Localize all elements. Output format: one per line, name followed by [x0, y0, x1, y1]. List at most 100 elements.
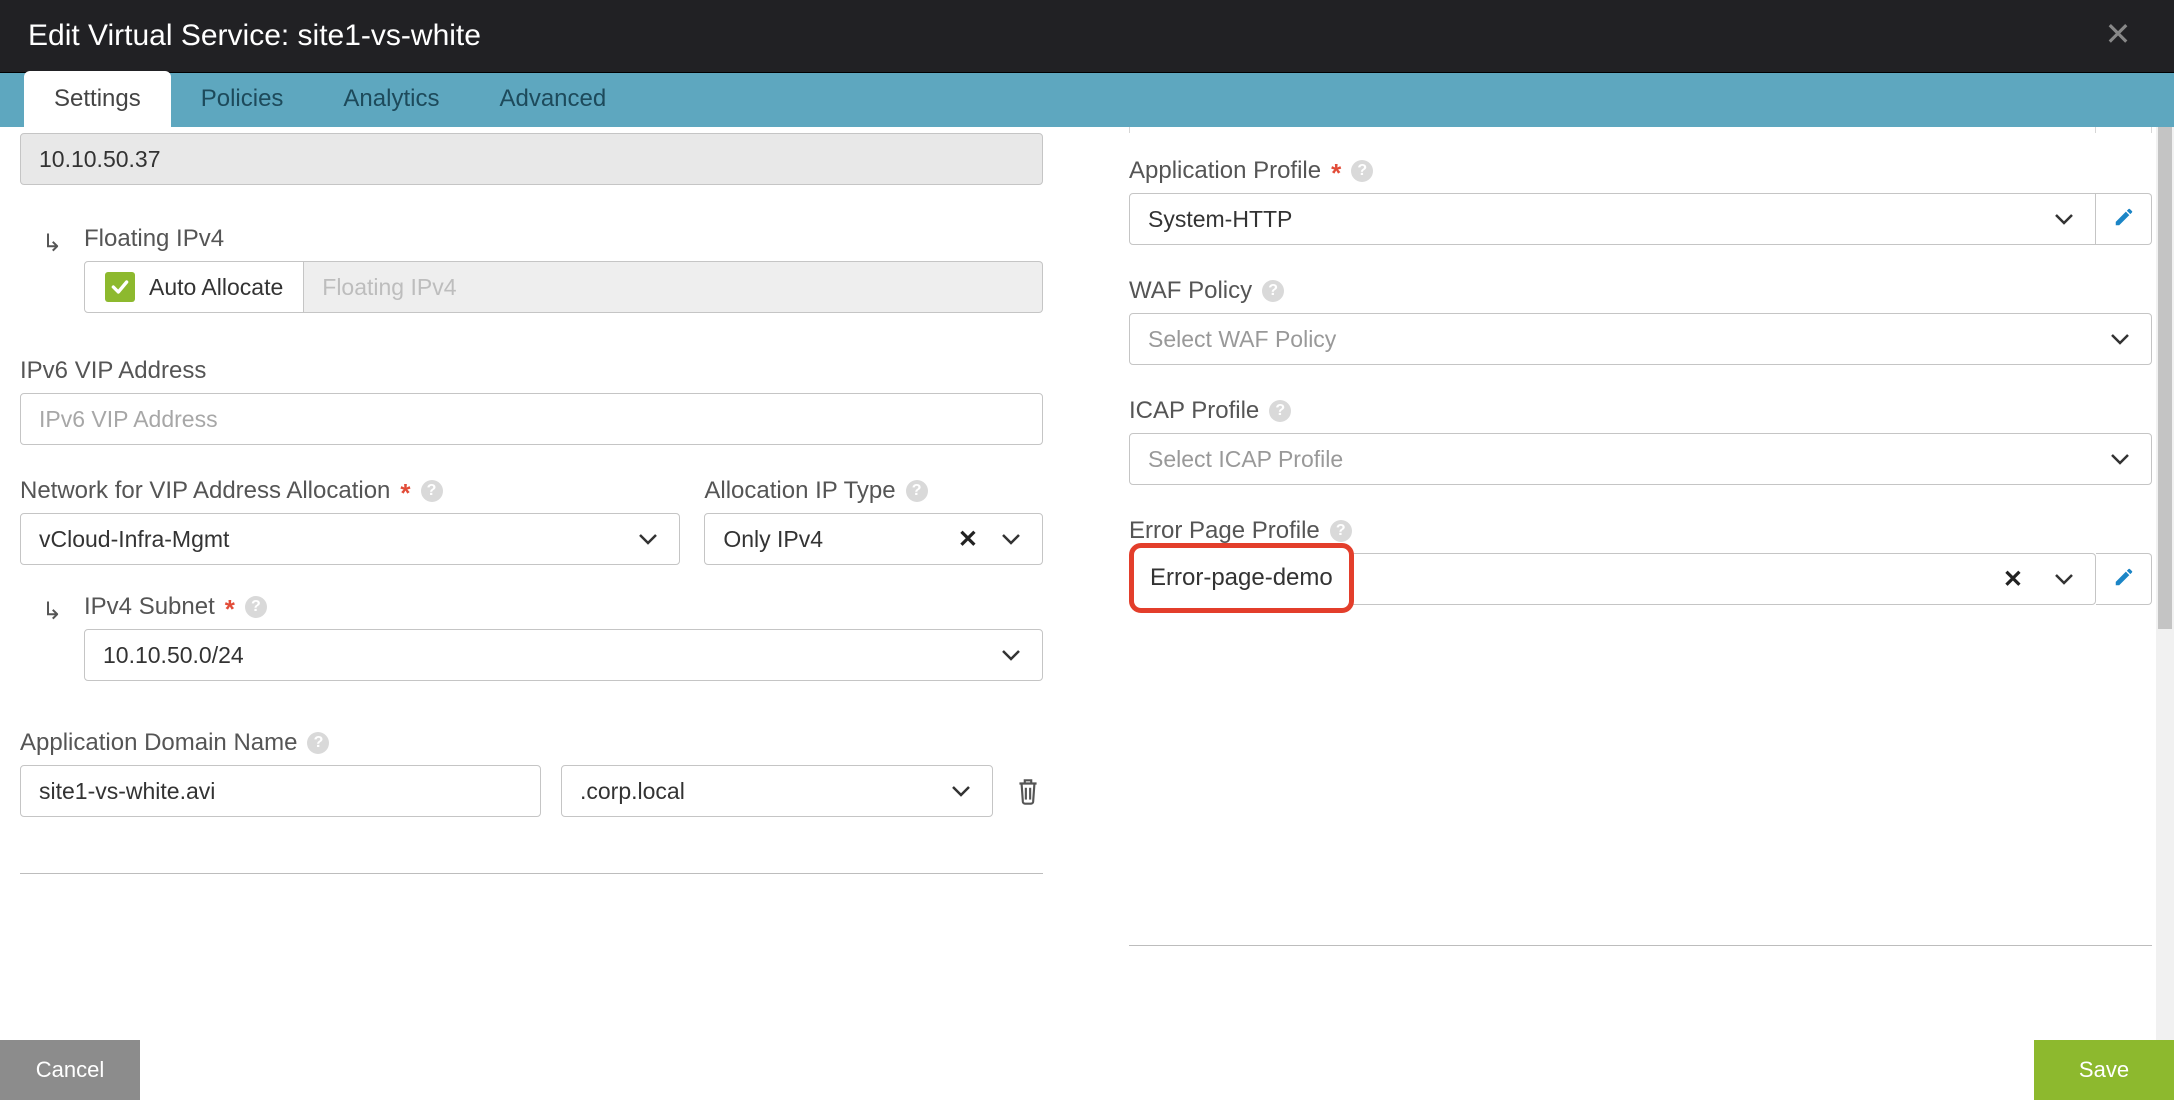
- icap-profile-label-text: ICAP Profile: [1129, 397, 1259, 425]
- network-alloc-label-text: Network for VIP Address Allocation: [20, 477, 390, 505]
- indent-arrow-icon: ↳: [42, 229, 62, 258]
- required-asterisk: *: [1331, 168, 1341, 178]
- app-profile-edit-button[interactable]: [2096, 193, 2152, 245]
- help-icon[interactable]: ?: [1269, 400, 1291, 422]
- save-button-label: Save: [2079, 1057, 2129, 1083]
- domain-suffix-value: .corp.local: [580, 778, 948, 805]
- chevron-down-icon: [998, 526, 1024, 552]
- scrollbar-thumb[interactable]: [2158, 127, 2172, 629]
- checkmark-icon: [105, 272, 135, 302]
- tab-settings-label: Settings: [54, 85, 141, 112]
- dialog-footer: Cancel Save: [0, 1040, 2174, 1100]
- error-page-profile-label: Error Page Profile ?: [1129, 517, 2152, 545]
- network-alloc-label: Network for VIP Address Allocation * ?: [20, 477, 680, 505]
- help-icon[interactable]: ?: [1262, 280, 1284, 302]
- chevron-down-icon: [2107, 326, 2133, 352]
- ipv4-vip-value: 10.10.50.37: [39, 146, 161, 173]
- auto-allocate-label: Auto Allocate: [149, 274, 283, 301]
- indent-arrow-icon: ↳: [42, 597, 62, 626]
- help-icon[interactable]: ?: [906, 480, 928, 502]
- floating-ipv4-input-disabled: Floating IPv4: [304, 261, 1043, 313]
- waf-policy-label-text: WAF Policy: [1129, 277, 1252, 305]
- tab-policies[interactable]: Policies: [171, 71, 314, 127]
- help-icon[interactable]: ?: [421, 480, 443, 502]
- domain-name-value: site1-vs-white.avi: [39, 778, 215, 805]
- help-icon[interactable]: ?: [1351, 160, 1373, 182]
- tab-analytics-label: Analytics: [343, 85, 439, 112]
- alloc-type-label-text: Allocation IP Type: [704, 477, 895, 505]
- waf-policy-placeholder: Select WAF Policy: [1148, 326, 2107, 353]
- floating-ipv4-label-text: Floating IPv4: [84, 225, 224, 253]
- floating-ipv4-placeholder: Floating IPv4: [322, 274, 456, 301]
- chevron-down-icon: [2051, 566, 2077, 592]
- waf-policy-select[interactable]: Select WAF Policy: [1129, 313, 2152, 365]
- help-icon[interactable]: ?: [245, 596, 267, 618]
- error-page-profile-edit-button[interactable]: [2096, 553, 2152, 605]
- cancel-button-label: Cancel: [36, 1057, 104, 1083]
- required-asterisk: *: [225, 604, 235, 614]
- section-divider: [1129, 945, 2152, 946]
- clear-icon[interactable]: ✕: [958, 525, 978, 554]
- error-page-profile-label-text: Error Page Profile: [1129, 517, 1320, 545]
- alloc-type-label: Allocation IP Type ?: [704, 477, 1043, 505]
- pencil-icon: [2113, 206, 2135, 233]
- chevron-down-icon: [2051, 206, 2077, 232]
- pencil-icon: [2113, 566, 2135, 593]
- section-divider: [20, 873, 1043, 874]
- tab-advanced-label: Advanced: [499, 85, 606, 112]
- save-button[interactable]: Save: [2034, 1040, 2174, 1100]
- right-column: Application Profile * ? System-HTTP WAF P…: [1089, 127, 2174, 1040]
- ipv6-vip-input[interactable]: IPv6 VIP Address: [20, 393, 1043, 445]
- scrollbar-vertical[interactable]: [2156, 127, 2174, 1040]
- network-select-value: vCloud-Infra-Mgmt: [39, 526, 635, 553]
- ipv6-vip-label: IPv6 VIP Address: [20, 357, 1043, 385]
- required-asterisk: *: [400, 488, 410, 498]
- dialog-title: Edit Virtual Service: site1-vs-white: [28, 19, 481, 53]
- auto-allocate-toggle[interactable]: Auto Allocate: [84, 261, 304, 313]
- tab-analytics[interactable]: Analytics: [313, 71, 469, 127]
- tab-policies-label: Policies: [201, 85, 284, 112]
- tab-settings[interactable]: Settings: [24, 71, 171, 127]
- domain-name-input[interactable]: site1-vs-white.avi: [20, 765, 541, 817]
- ipv4-subnet-label: IPv4 Subnet * ?: [84, 593, 1043, 621]
- domain-suffix-select[interactable]: .corp.local: [561, 765, 993, 817]
- dialog-titlebar: Edit Virtual Service: site1-vs-white ✕: [0, 0, 2174, 72]
- waf-policy-label: WAF Policy ?: [1129, 277, 2152, 305]
- alloc-type-value: Only IPv4: [723, 526, 958, 553]
- app-profile-label-text: Application Profile: [1129, 157, 1321, 185]
- chevron-down-icon: [635, 526, 661, 552]
- chevron-down-icon: [998, 642, 1024, 668]
- ipv6-vip-placeholder: IPv6 VIP Address: [39, 406, 218, 433]
- app-profile-value: System-HTTP: [1148, 206, 2051, 233]
- tab-strip: Settings Policies Analytics Advanced: [0, 72, 2174, 127]
- delete-domain-button[interactable]: [1013, 776, 1043, 806]
- error-page-profile-value: Error-page-demo: [1150, 564, 1333, 592]
- ipv4-subnet-label-text: IPv4 Subnet: [84, 593, 215, 621]
- app-profile-select[interactable]: System-HTTP: [1129, 193, 2096, 245]
- app-domain-label: Application Domain Name ?: [20, 729, 1043, 757]
- help-icon[interactable]: ?: [1330, 520, 1352, 542]
- footer-gap: [140, 1040, 2034, 1100]
- error-page-profile-highlight[interactable]: Error-page-demo: [1129, 543, 1354, 613]
- alloc-type-select[interactable]: Only IPv4 ✕: [704, 513, 1043, 565]
- help-icon[interactable]: ?: [307, 732, 329, 754]
- icap-profile-select[interactable]: Select ICAP Profile: [1129, 433, 2152, 485]
- icap-profile-placeholder: Select ICAP Profile: [1148, 446, 2107, 473]
- cancel-button[interactable]: Cancel: [0, 1040, 140, 1100]
- floating-ipv4-label: Floating IPv4: [84, 225, 1043, 253]
- network-select[interactable]: vCloud-Infra-Mgmt: [20, 513, 680, 565]
- ipv6-vip-label-text: IPv6 VIP Address: [20, 357, 206, 385]
- close-button[interactable]: ✕: [2098, 14, 2138, 54]
- left-column: 10.10.50.37 ↳ Floating IPv4 Auto Allocat…: [0, 127, 1089, 1040]
- icap-profile-label: ICAP Profile ?: [1129, 397, 2152, 425]
- chevron-down-icon: [2107, 446, 2133, 472]
- content-area: 10.10.50.37 ↳ Floating IPv4 Auto Allocat…: [0, 127, 2174, 1040]
- clear-icon[interactable]: ✕: [2003, 565, 2023, 594]
- app-profile-label: Application Profile * ?: [1129, 157, 2152, 185]
- ipv4-subnet-select[interactable]: 10.10.50.0/24: [84, 629, 1043, 681]
- close-icon: ✕: [2105, 15, 2132, 53]
- ipv4-vip-input[interactable]: 10.10.50.37: [20, 133, 1043, 185]
- chevron-down-icon: [948, 778, 974, 804]
- ipv4-subnet-value: 10.10.50.0/24: [103, 642, 998, 669]
- tab-advanced[interactable]: Advanced: [469, 71, 636, 127]
